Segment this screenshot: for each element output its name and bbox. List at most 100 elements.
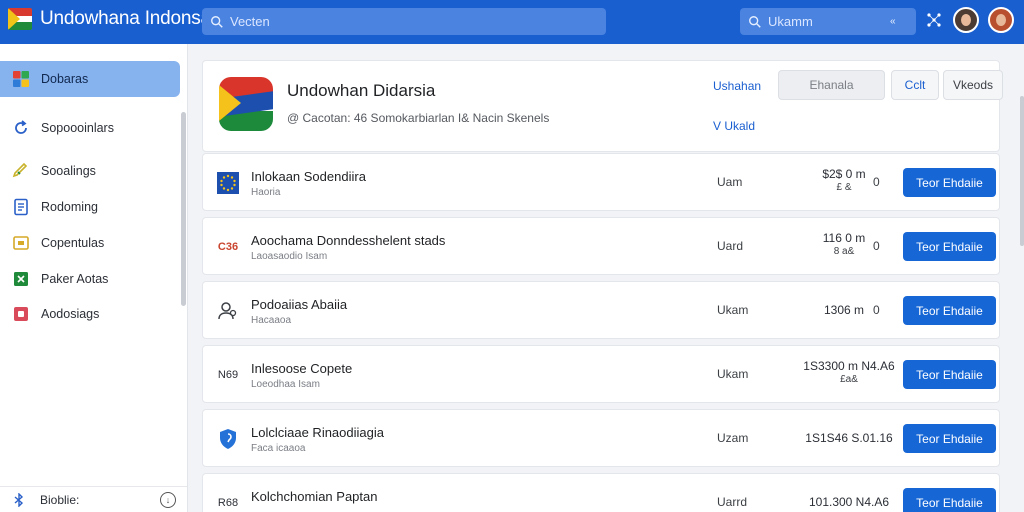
header-button-vkeods[interactable]: Vkeods bbox=[943, 70, 1003, 100]
app-header-card: Undowhan Didarsia @ Cacotan: 46 Somokarb… bbox=[202, 60, 1003, 152]
sidebar-item-copentulas[interactable]: Copentulas bbox=[0, 225, 180, 261]
header-button-cclt[interactable]: Cclt bbox=[891, 70, 939, 100]
users-icon bbox=[215, 298, 241, 324]
row-subtitle: Faca icaaoa bbox=[251, 443, 306, 454]
chevron-double-icon[interactable]: « bbox=[890, 16, 896, 27]
sidebar-item-dobaras[interactable]: Dobaras bbox=[0, 61, 180, 97]
sidebar-item-sopoooinlars[interactable]: Sopoooinlars bbox=[0, 110, 180, 146]
header-button-ehanala[interactable]: Ehanala bbox=[778, 70, 885, 100]
sidebar-footer-label: Bioblie: bbox=[40, 492, 80, 507]
main-scrollbar[interactable] bbox=[1020, 96, 1024, 246]
row-size-primary: 1S1S46 S.01.16 bbox=[805, 431, 893, 445]
bluetooth-icon bbox=[14, 492, 24, 507]
sidebar-item-label: Dobaras bbox=[41, 72, 89, 86]
row-size-primary: 116 0 m bbox=[822, 231, 866, 245]
row-action-button[interactable]: Teor Ehdaiie bbox=[903, 232, 996, 261]
row-size-secondary: £a& bbox=[840, 374, 858, 385]
top-bar: Undowhana Indonsai « bbox=[0, 0, 1024, 44]
document-icon bbox=[12, 198, 30, 216]
sidebar-item-label: Sopoooinlars bbox=[41, 121, 114, 135]
row-status: Uarrd bbox=[717, 495, 748, 509]
search-input[interactable] bbox=[230, 14, 590, 29]
row-size-primary: 1S3300 m N4.A6 bbox=[803, 359, 895, 373]
search-bar[interactable] bbox=[202, 8, 606, 35]
header-link-ukald[interactable]: V Ukald bbox=[713, 119, 755, 133]
row-size: 1S1S46 S.01.16 bbox=[799, 431, 899, 445]
row-name: Kolchchomian Paptan bbox=[251, 489, 378, 504]
badge-text-icon: C36 bbox=[217, 241, 239, 253]
app-title: Undowhan Didarsia bbox=[287, 81, 436, 100]
app-logo-icon bbox=[219, 77, 273, 131]
folder-icon bbox=[12, 234, 30, 252]
secondary-search-input[interactable] bbox=[768, 14, 886, 29]
row-count: 0 bbox=[873, 239, 880, 253]
row-action-button[interactable]: Teor Ehdaiie bbox=[903, 168, 996, 197]
row-count: 0 bbox=[873, 303, 880, 317]
sidebar-item-label: Copentulas bbox=[41, 236, 105, 250]
row-status: Ukam bbox=[717, 367, 749, 381]
row-size: 101.300 N4.A6 bbox=[799, 495, 899, 509]
row-name: Lolclciaae Rinaodiiagia bbox=[251, 425, 384, 440]
header-link-ushahan[interactable]: Ushahan bbox=[713, 79, 761, 93]
sidebar-scrollbar[interactable] bbox=[181, 112, 186, 306]
avatar[interactable] bbox=[988, 7, 1014, 33]
row-subtitle: Hacaaoa bbox=[251, 315, 292, 326]
sidebar-item-label: Rodoming bbox=[41, 200, 98, 214]
sidebar: Dobaras Sopoooinlars Sooalings Rodoming … bbox=[0, 44, 188, 512]
row-count: 0 bbox=[873, 175, 880, 189]
sync-icon bbox=[12, 119, 30, 137]
pencil-check-icon bbox=[12, 162, 30, 180]
badge-text-icon: R68 bbox=[217, 497, 239, 509]
row-action-button[interactable]: Teor Ehdaiie bbox=[903, 360, 996, 389]
search-icon bbox=[211, 15, 223, 28]
spreadsheet-icon bbox=[12, 270, 30, 288]
sidebar-item-label: Paker Aotas bbox=[41, 272, 109, 286]
sidebar-item-label: Sooalings bbox=[41, 164, 96, 178]
row-action-button[interactable]: Teor Ehdaiie bbox=[903, 424, 996, 453]
list-item[interactable]: Podoaiias Abaiia Hacaaoa Ukam 1306 m 0 T… bbox=[202, 281, 1000, 339]
row-name: Aoochama Donndesshelent stads bbox=[251, 233, 446, 248]
flag-logo-icon bbox=[8, 8, 32, 30]
app-subtitle: @ Cacotan: 46 Somokarbiarlan I& Nacin Sk… bbox=[287, 111, 550, 125]
list-item[interactable]: R68 Kolchchomian Paptan Uarrd 101.300 N4… bbox=[202, 473, 1000, 512]
download-icon[interactable]: ↓ bbox=[160, 492, 176, 508]
shield-icon bbox=[215, 426, 241, 452]
main-content: Undowhan Didarsia @ Cacotan: 46 Somokarb… bbox=[188, 44, 1024, 512]
list-item[interactable]: Inlokaan Sodendiira Haoria Uam $2$ 0 m £ … bbox=[202, 153, 1000, 211]
sidebar-item-aodosiags[interactable]: Aodosiags bbox=[0, 296, 180, 332]
row-subtitle: Laoasaodio Isam bbox=[251, 251, 328, 262]
row-name: Podoaiias Abaiia bbox=[251, 297, 348, 312]
row-status: Uam bbox=[717, 175, 743, 189]
secondary-search-bar[interactable]: « bbox=[740, 8, 916, 35]
row-subtitle: Loeodhaa Isam bbox=[251, 379, 320, 390]
row-subtitle: Haoria bbox=[251, 187, 281, 198]
row-status: Ukam bbox=[717, 303, 749, 317]
brand[interactable]: Undowhana Indonsai bbox=[8, 8, 215, 30]
row-action-button[interactable]: Teor Ehdaiie bbox=[903, 296, 996, 325]
eu-flag-icon bbox=[215, 170, 241, 196]
windows-logo-icon bbox=[12, 70, 30, 88]
badge-text-icon: N69 bbox=[217, 369, 239, 381]
row-status: Uard bbox=[717, 239, 744, 253]
row-size-primary: 101.300 N4.A6 bbox=[808, 495, 890, 509]
sidebar-footer[interactable]: Bioblie: ↓ bbox=[0, 486, 187, 512]
row-status: Uzam bbox=[717, 431, 749, 445]
list-item[interactable]: N69 Inlesoose Copete Loeodhaa Isam Ukam … bbox=[202, 345, 1000, 403]
row-size-primary: 1306 m bbox=[823, 303, 865, 317]
sidebar-item-sooalings[interactable]: Sooalings bbox=[0, 153, 180, 189]
brand-title: Undowhana Indonsai bbox=[40, 8, 215, 29]
row-name: Inlesoose Copete bbox=[251, 361, 353, 376]
list-item[interactable]: Lolclciaae Rinaodiiagia Faca icaaoa Uzam… bbox=[202, 409, 1000, 467]
row-size: 1S3300 m N4.A6 £a& bbox=[799, 359, 899, 387]
list-item[interactable]: C36 Aoochama Donndesshelent stads Laoasa… bbox=[202, 217, 1000, 275]
search-icon bbox=[749, 15, 761, 28]
row-name: Inlokaan Sodendiira bbox=[251, 169, 366, 184]
row-action-button[interactable]: Teor Ehdaiie bbox=[903, 488, 996, 512]
media-icon bbox=[12, 305, 30, 323]
sidebar-item-paker-aotas[interactable]: Paker Aotas bbox=[0, 261, 180, 297]
row-size-primary: $2$ 0 m bbox=[822, 167, 866, 181]
apps-grid-icon[interactable] bbox=[926, 12, 942, 28]
sidebar-item-rodoming[interactable]: Rodoming bbox=[0, 189, 180, 225]
avatar[interactable] bbox=[953, 7, 979, 33]
sidebar-item-label: Aodosiags bbox=[41, 307, 100, 321]
